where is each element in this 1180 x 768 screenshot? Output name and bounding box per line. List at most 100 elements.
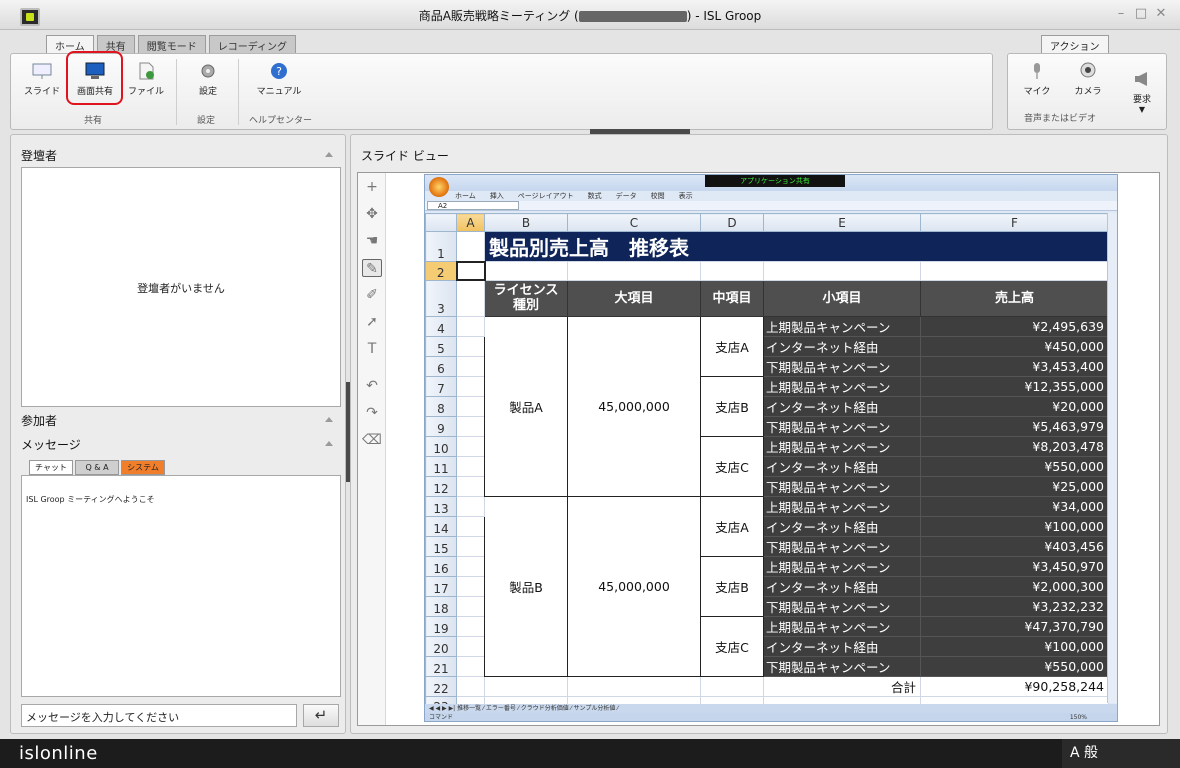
- row-header[interactable]: 16: [425, 555, 457, 577]
- message-input[interactable]: メッセージを入力してください: [21, 704, 297, 727]
- sales-value[interactable]: ¥20,000: [920, 395, 1109, 417]
- item-name[interactable]: 下期製品キャンペーン: [763, 475, 921, 497]
- item-name[interactable]: 下期製品キャンペーン: [763, 415, 921, 437]
- column-header[interactable]: F: [920, 212, 1109, 233]
- mic-button[interactable]: マイク: [1010, 62, 1064, 97]
- move-icon[interactable]: ✥: [362, 205, 382, 223]
- sales-value[interactable]: ¥403,456: [920, 535, 1109, 557]
- cell[interactable]: [700, 261, 764, 281]
- cell[interactable]: [456, 675, 485, 697]
- item-name[interactable]: 上期製品キャンペーン: [763, 435, 921, 457]
- cell[interactable]: [456, 335, 485, 357]
- arrow-icon[interactable]: ➚: [362, 313, 382, 331]
- row-header[interactable]: 2: [425, 261, 457, 281]
- cell[interactable]: [456, 535, 485, 557]
- row-header[interactable]: 17: [425, 575, 457, 597]
- file-button[interactable]: ファイル: [119, 62, 173, 97]
- highlighter-icon[interactable]: ✐: [362, 286, 382, 304]
- item-name[interactable]: 下期製品キャンペーン: [763, 655, 921, 677]
- cell[interactable]: [455, 260, 486, 282]
- total-label[interactable]: 合計: [763, 675, 921, 697]
- branch-name[interactable]: 支店C: [700, 435, 764, 497]
- item-name[interactable]: 下期製品キャンペーン: [763, 535, 921, 557]
- table-header[interactable]: 売上高: [920, 279, 1109, 317]
- sales-value[interactable]: ¥47,370,790: [920, 615, 1109, 637]
- row-header[interactable]: 21: [425, 655, 457, 677]
- branch-name[interactable]: 支店C: [700, 615, 764, 677]
- redo-icon[interactable]: ↷: [362, 404, 382, 422]
- cell[interactable]: [567, 675, 701, 697]
- tab-view-mode[interactable]: 閲覧モード: [137, 35, 206, 53]
- row-header[interactable]: 18: [425, 595, 457, 617]
- branch-name[interactable]: 支店B: [700, 375, 764, 437]
- sales-value[interactable]: ¥2,495,639: [920, 315, 1109, 337]
- sales-value[interactable]: ¥3,453,400: [920, 355, 1109, 377]
- cell[interactable]: [456, 435, 485, 457]
- cell[interactable]: [456, 455, 485, 477]
- request-button[interactable]: 要求 ▼: [1115, 70, 1169, 114]
- pointer-icon[interactable]: ☚: [362, 232, 382, 250]
- cell[interactable]: [456, 475, 485, 497]
- cell[interactable]: [456, 279, 485, 317]
- row-header[interactable]: 3: [425, 279, 457, 317]
- row-header[interactable]: 11: [425, 455, 457, 477]
- item-name[interactable]: 上期製品キャンペーン: [763, 375, 921, 397]
- cell[interactable]: [456, 231, 485, 263]
- send-button[interactable]: ↵: [303, 704, 339, 727]
- item-name[interactable]: インターネット経由: [763, 335, 921, 357]
- row-header[interactable]: 8: [425, 395, 457, 417]
- sales-value[interactable]: ¥3,232,232: [920, 595, 1109, 617]
- tab-chat[interactable]: チャット: [29, 460, 73, 475]
- table-header[interactable]: 小項目: [763, 279, 921, 317]
- close-button[interactable]: ✕: [1154, 7, 1168, 21]
- text-icon[interactable]: T: [362, 340, 382, 358]
- cell[interactable]: [456, 315, 485, 337]
- branch-name[interactable]: 支店A: [700, 315, 764, 377]
- item-name[interactable]: 上期製品キャンペーン: [763, 555, 921, 577]
- row-header[interactable]: 7: [425, 375, 457, 397]
- table-header[interactable]: 大項目: [567, 279, 701, 317]
- row-header[interactable]: 1: [425, 231, 457, 263]
- cell[interactable]: [920, 261, 1109, 281]
- cell[interactable]: [456, 595, 485, 617]
- manual-button[interactable]: ? マニュアル: [252, 62, 306, 97]
- plus-icon[interactable]: +: [362, 178, 382, 196]
- product-name[interactable]: 製品B: [484, 495, 568, 677]
- row-header[interactable]: 15: [425, 535, 457, 557]
- row-header[interactable]: 22: [425, 675, 457, 697]
- pen-icon[interactable]: ✎: [362, 259, 382, 277]
- collapse-icon[interactable]: [325, 417, 333, 422]
- cell[interactable]: [456, 515, 485, 537]
- sales-value[interactable]: ¥100,000: [920, 515, 1109, 537]
- row-header[interactable]: 6: [425, 355, 457, 377]
- eraser-icon[interactable]: ⌫: [362, 431, 382, 449]
- table-header[interactable]: 中項目: [700, 279, 764, 317]
- camera-button[interactable]: カメラ: [1061, 62, 1115, 97]
- cell[interactable]: [484, 675, 568, 697]
- collapse-icon[interactable]: [325, 152, 333, 157]
- tab-qa[interactable]: Q & A: [75, 460, 119, 475]
- sales-value[interactable]: ¥450,000: [920, 335, 1109, 357]
- item-name[interactable]: 上期製品キャンペーン: [763, 315, 921, 337]
- column-header[interactable]: A: [456, 212, 485, 233]
- item-name[interactable]: インターネット経由: [763, 575, 921, 597]
- table-header[interactable]: ライセンス 種別: [484, 279, 568, 317]
- sheet-title[interactable]: 製品別売上高 推移表: [484, 231, 1109, 263]
- sales-value[interactable]: ¥5,463,979: [920, 415, 1109, 437]
- column-header[interactable]: E: [763, 212, 921, 233]
- cell[interactable]: [456, 495, 485, 517]
- sales-value[interactable]: ¥550,000: [920, 455, 1109, 477]
- tab-action[interactable]: アクション: [1041, 35, 1109, 55]
- product-name[interactable]: 製品A: [484, 315, 568, 497]
- item-name[interactable]: インターネット経由: [763, 455, 921, 477]
- cell[interactable]: [456, 355, 485, 377]
- category-value[interactable]: 45,000,000: [567, 495, 701, 677]
- cell[interactable]: [456, 395, 485, 417]
- minimize-button[interactable]: –: [1114, 7, 1128, 21]
- cell[interactable]: [456, 615, 485, 637]
- row-header[interactable]: 20: [425, 635, 457, 657]
- cell[interactable]: [700, 675, 764, 697]
- row-header[interactable]: 10: [425, 435, 457, 457]
- total-value[interactable]: ¥90,258,244: [920, 675, 1109, 697]
- sales-value[interactable]: ¥3,450,970: [920, 555, 1109, 577]
